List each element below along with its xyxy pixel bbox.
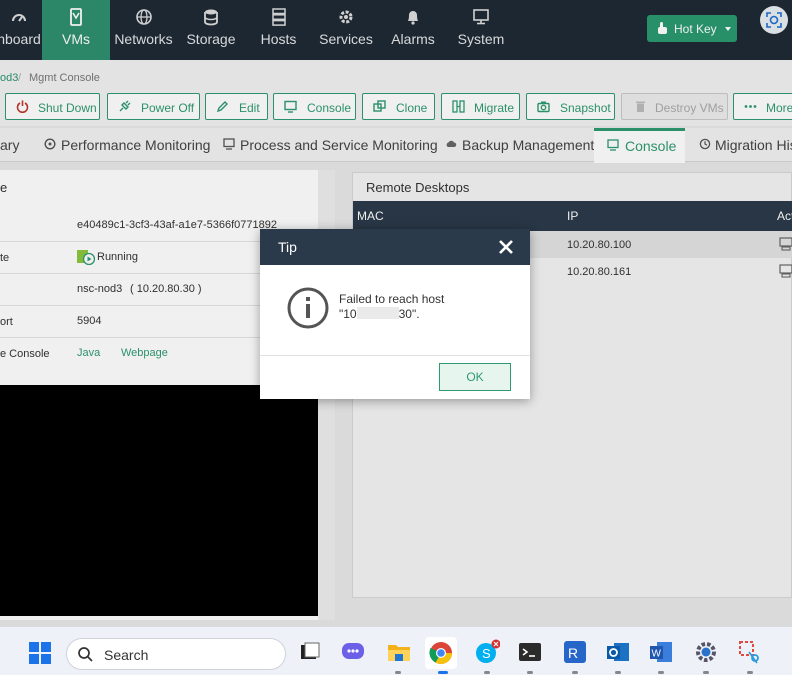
ok-button[interactable]: OK: [439, 363, 511, 391]
host-address-start: "10: [339, 307, 357, 321]
task-view-icon[interactable]: [297, 639, 323, 665]
dialog-divider: [260, 355, 530, 356]
dialog-header: Tip: [260, 229, 530, 265]
skype-icon[interactable]: S: [474, 639, 500, 665]
running-indicator: [658, 671, 664, 674]
running-indicator: [395, 671, 401, 674]
redacted-block: [356, 307, 399, 319]
chrome-icon: [429, 642, 452, 664]
windows-taskbar: Search S R W: [0, 626, 792, 675]
svg-text:W: W: [652, 649, 662, 660]
search-label: Search: [104, 647, 149, 663]
snipping-tool-icon[interactable]: [737, 639, 763, 665]
running-indicator: [615, 671, 621, 674]
file-explorer-icon[interactable]: [386, 639, 412, 665]
taskbar-search-box[interactable]: Search: [66, 638, 286, 670]
running-indicator: [572, 671, 578, 674]
tip-dialog: Tip Failed to reach host "10 30". OK: [260, 229, 530, 399]
windows-start-icon[interactable]: [28, 641, 52, 665]
word-icon[interactable]: W: [648, 639, 674, 665]
dialog-title: Tip: [278, 239, 297, 255]
chrome-taskbar-button[interactable]: [425, 637, 457, 669]
running-indicator: [747, 671, 753, 674]
search-icon: [78, 647, 93, 662]
settings-gear-icon[interactable]: [693, 639, 719, 665]
running-indicator: [484, 671, 490, 674]
running-indicator: [703, 671, 709, 674]
info-icon: [287, 287, 329, 329]
close-icon[interactable]: [496, 237, 516, 257]
chat-app-icon[interactable]: [340, 639, 366, 665]
svg-text:S: S: [482, 646, 491, 661]
running-indicator: [527, 671, 533, 674]
active-indicator: [438, 671, 448, 674]
dialog-message-line2: "10 30".: [339, 307, 420, 321]
outlook-icon[interactable]: [605, 639, 631, 665]
terminal-icon[interactable]: [517, 639, 543, 665]
dialog-message-line1: Failed to reach host: [339, 292, 445, 306]
remote-viewer-icon[interactable]: R: [562, 639, 588, 665]
svg-text:R: R: [568, 645, 578, 661]
host-address-end: 30".: [398, 307, 420, 321]
